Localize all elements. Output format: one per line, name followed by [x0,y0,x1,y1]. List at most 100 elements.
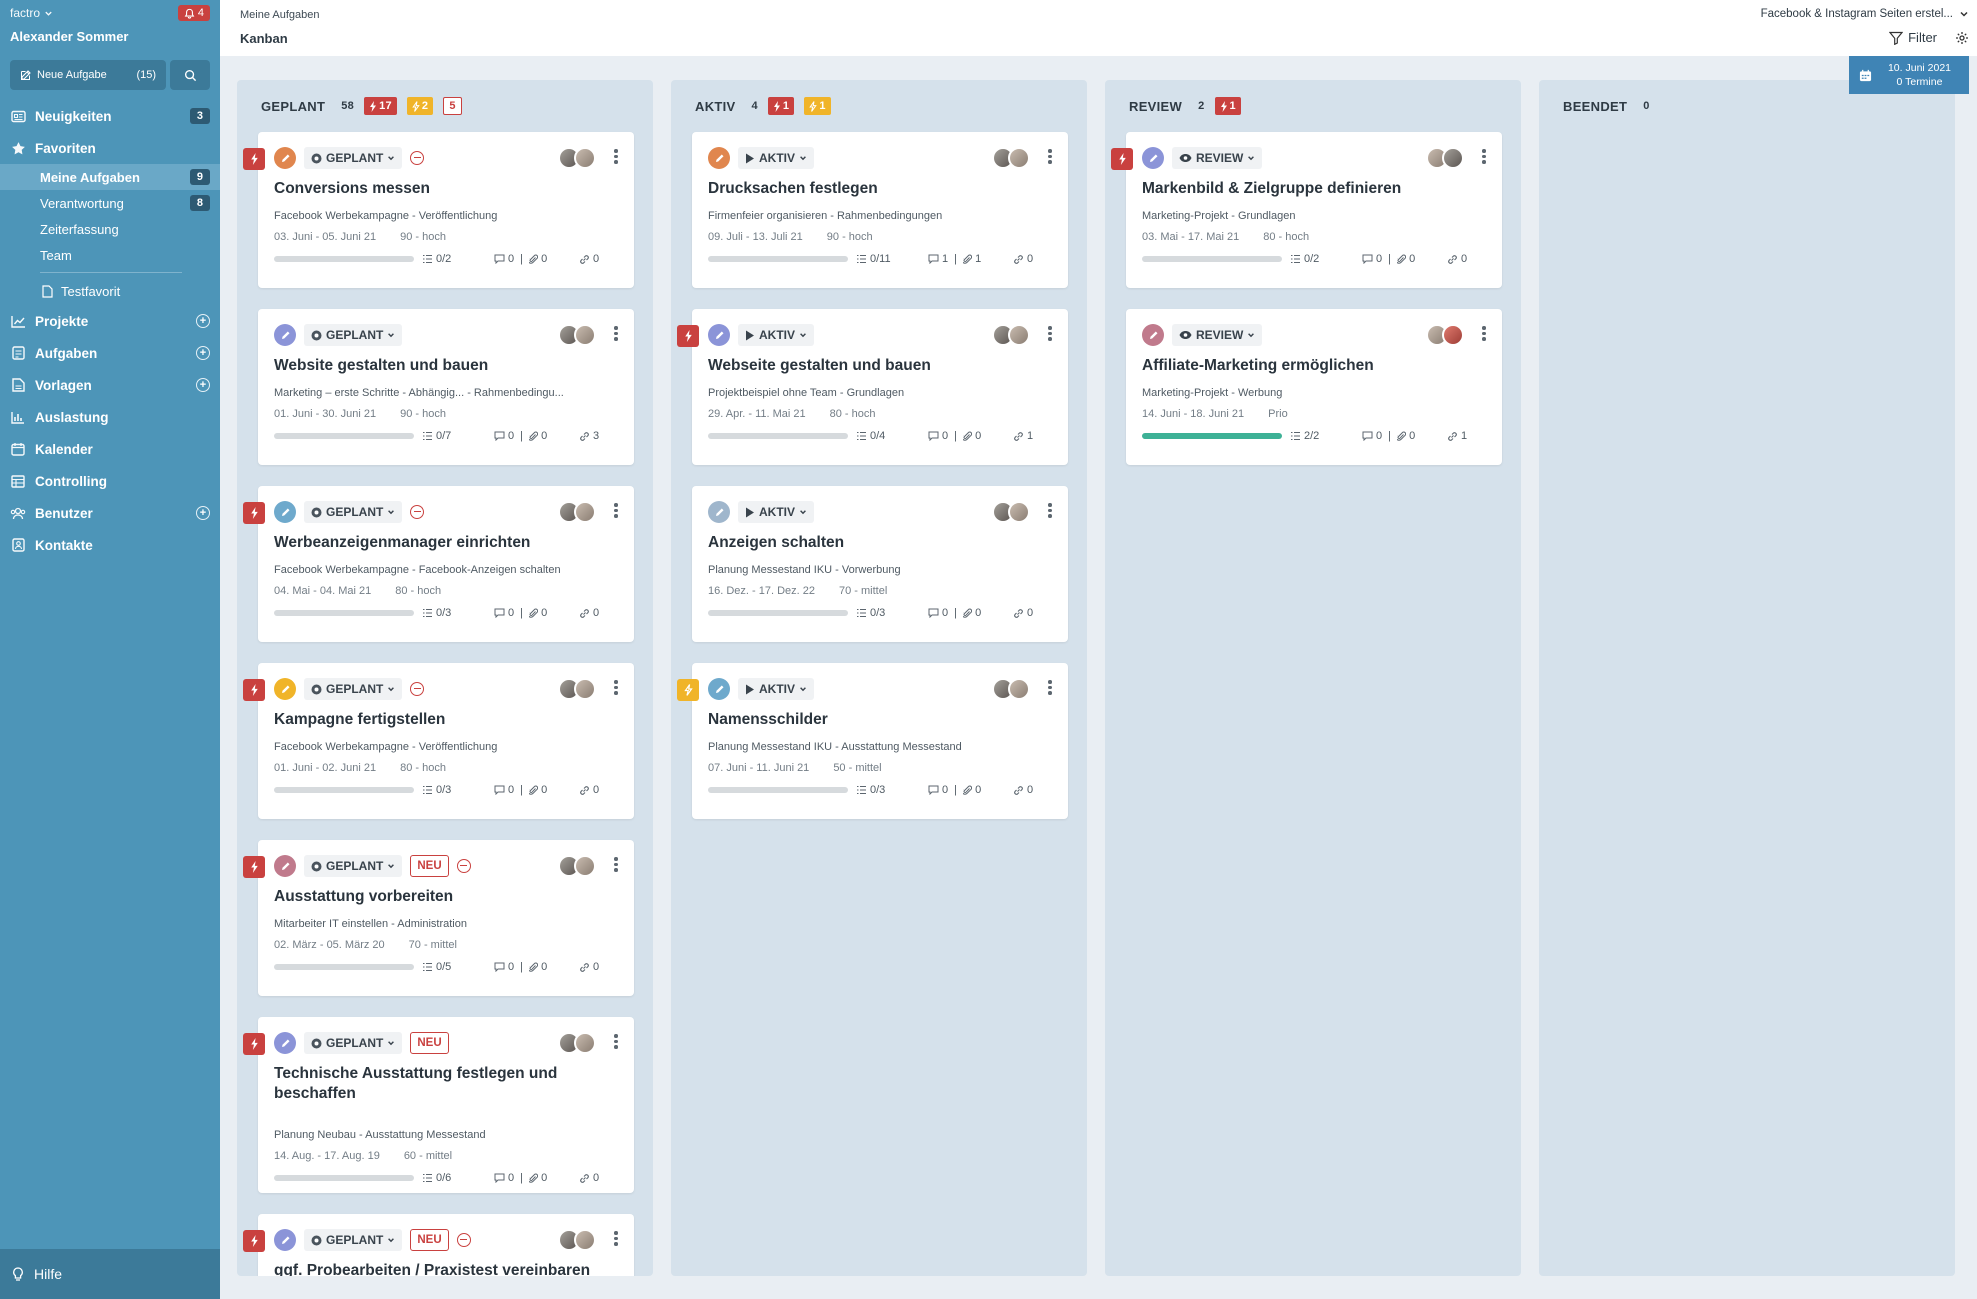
links-count[interactable]: 0 [1447,253,1467,265]
comments-attachments[interactable]: 0 | 0 [494,430,579,442]
task-title[interactable]: Technische Ausstattung festlegen und bes… [274,1064,618,1104]
avatar[interactable] [1008,324,1030,346]
assignees[interactable] [558,1229,596,1251]
comments-attachments[interactable]: 0 | 0 [928,607,1013,619]
links-count[interactable]: 0 [579,961,599,973]
add-user-icon[interactable]: + [196,506,210,520]
urgent-badge[interactable]: 1 [767,97,795,115]
checklist-count[interactable]: 0/3 [856,607,916,619]
priority-flag[interactable] [243,679,265,701]
notification-button[interactable]: 4 [177,5,210,21]
priority-flag[interactable] [1111,148,1133,170]
task-card[interactable]: GEPLANT NEU ggf. Probearbeiten / Praxistes… [243,1214,634,1276]
more-menu-icon[interactable] [1048,149,1052,164]
status-dropdown[interactable]: GEPLANT [304,855,403,877]
nav-neuigkeiten[interactable]: Neuigkeiten 3 [0,100,220,132]
search-button[interactable] [170,60,210,90]
edit-task-button[interactable] [708,147,730,169]
settings-button[interactable] [1955,31,1969,50]
add-task-icon[interactable]: + [196,346,210,360]
avatar[interactable] [1008,147,1030,169]
task-card[interactable]: GEPLANT Website gestalten und bauen Market… [258,309,634,465]
nav-zeiterfassung[interactable]: Zeiterfassung [0,216,220,242]
add-template-icon[interactable]: + [196,378,210,392]
add-project-icon[interactable]: + [196,314,210,328]
more-menu-icon[interactable] [614,149,618,164]
assignees[interactable] [558,324,596,346]
task-title[interactable]: Anzeigen schalten [708,533,1052,553]
checklist-count[interactable]: 0/3 [856,784,916,796]
avatar[interactable] [574,324,596,346]
edit-task-button[interactable] [274,1032,296,1054]
comments-attachments[interactable]: 0 | 0 [928,784,1013,796]
avatar[interactable] [574,1229,596,1251]
edit-task-button[interactable] [1142,147,1164,169]
task-title[interactable]: ggf. Probearbeiten / Praxistest vereinba… [274,1261,618,1276]
task-title[interactable]: Conversions messen [274,179,618,199]
avatar[interactable] [574,855,596,877]
edit-task-button[interactable] [274,855,296,877]
edit-task-button[interactable] [274,501,296,523]
priority-flag[interactable] [677,325,699,347]
nav-projekte[interactable]: Projekte + [0,305,220,337]
task-title[interactable]: Website gestalten und bauen [274,356,618,376]
nav-team[interactable]: Team [0,242,220,268]
task-card[interactable]: AKTIV Drucksachen festlegen Firmenfeier or… [692,132,1068,288]
links-count[interactable]: 0 [579,784,599,796]
assignees[interactable] [558,147,596,169]
urgent-badge[interactable]: 17 [364,97,397,115]
priority-flag[interactable] [243,1033,265,1055]
more-menu-icon[interactable] [614,1231,618,1246]
assignees[interactable] [992,147,1030,169]
more-menu-icon[interactable] [1482,326,1486,341]
links-count[interactable]: 0 [1013,253,1033,265]
status-dropdown[interactable]: AKTIV [738,678,814,700]
task-card[interactable]: GEPLANT Werbeanzeigenmanager einrichten Fa… [243,486,634,642]
filter-button[interactable]: Filter [1889,30,1937,45]
priority-flag[interactable] [243,856,265,878]
links-count[interactable]: 0 [579,607,599,619]
warning-badge[interactable]: 2 [406,97,434,115]
task-title[interactable]: Werbeanzeigenmanager einrichten [274,533,618,553]
links-count[interactable]: 1 [1013,430,1033,442]
task-card[interactable]: GEPLANT NEU Technische Ausstattung festleg… [243,1017,634,1193]
user-name[interactable]: Alexander Sommer [10,29,210,44]
links-count[interactable]: 0 [1013,784,1033,796]
nav-testfavorit[interactable]: Testfavorit [0,277,220,305]
priority-flag[interactable] [243,1230,265,1252]
task-title[interactable]: Kampagne fertigstellen [274,710,618,730]
task-card[interactable]: REVIEW Affiliate-Marketing ermöglichen Mar… [1126,309,1502,465]
task-card[interactable]: AKTIV Anzeigen schalten Planung Messestand… [692,486,1068,642]
status-dropdown[interactable]: GEPLANT [304,501,403,523]
nav-favoriten[interactable]: Favoriten [0,132,220,164]
project-selector[interactable]: Facebook & Instagram Seiten erstel... [1761,8,1969,20]
assignees[interactable] [558,678,596,700]
more-menu-icon[interactable] [614,503,618,518]
status-dropdown[interactable]: AKTIV [738,147,814,169]
checklist-count[interactable]: 0/11 [856,253,916,265]
warning-badge[interactable]: 1 [804,97,831,115]
comments-attachments[interactable]: 0 | 0 [494,607,579,619]
edit-task-button[interactable] [1142,324,1164,346]
links-count[interactable]: 0 [1013,607,1033,619]
edit-task-button[interactable] [274,1229,296,1251]
nav-controlling[interactable]: Controlling [0,465,220,497]
links-count[interactable]: 3 [579,430,599,442]
avatar[interactable] [574,1032,596,1054]
status-dropdown[interactable]: REVIEW [1172,324,1263,346]
more-menu-icon[interactable] [614,680,618,695]
comments-attachments[interactable]: 0 | 0 [1362,253,1447,265]
checklist-count[interactable]: 2/2 [1290,430,1350,442]
nav-verantwortung[interactable]: Verantwortung 8 [0,190,220,216]
avatar[interactable] [1008,501,1030,523]
priority-flag[interactable] [677,679,699,701]
links-count[interactable]: 0 [579,253,599,265]
avatar[interactable] [574,678,596,700]
overdue-badge[interactable]: 5 [443,97,462,115]
blocked-icon[interactable] [456,1233,471,1247]
more-menu-icon[interactable] [1048,503,1052,518]
assignees[interactable] [558,1032,596,1054]
comments-attachments[interactable]: 0 | 0 [494,784,579,796]
nav-vorlagen[interactable]: Vorlagen + [0,369,220,401]
links-count[interactable]: 1 [1447,430,1467,442]
